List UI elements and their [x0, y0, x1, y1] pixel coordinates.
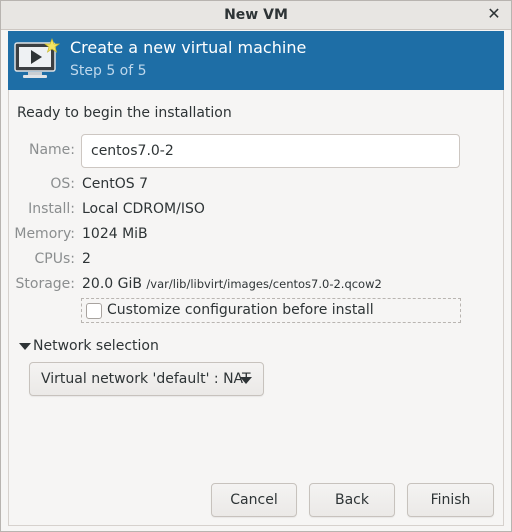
network-selection-label[interactable]: Network selection	[33, 338, 159, 354]
customize-label[interactable]: Customize configuration before install	[107, 302, 374, 318]
memory-value: 1024 MiB	[82, 226, 148, 242]
header-banner: Create a new virtual machine Step 5 of 5	[8, 31, 504, 90]
new-vm-window: New VM ✕ Create a new virtual machine St…	[0, 0, 512, 532]
network-select-value[interactable]: Virtual network 'default' : NAT	[41, 371, 251, 387]
install-label: Install:	[28, 201, 75, 217]
storage-value: 20.0 GiB /var/lib/libvirt/images/centos7…	[82, 276, 382, 292]
install-value: Local CDROM/ISO	[82, 201, 205, 217]
cpus-value: 2	[82, 251, 91, 267]
ready-text: Ready to begin the installation	[17, 105, 232, 121]
storage-size: 20.0 GiB	[82, 276, 142, 292]
finish-button[interactable]: Finish	[407, 483, 494, 517]
cpus-label: CPUs:	[34, 251, 75, 267]
expander-triangle-icon[interactable]	[19, 343, 31, 350]
window-title: New VM	[224, 7, 288, 23]
banner-heading: Create a new virtual machine	[70, 38, 307, 57]
os-label: OS:	[50, 176, 75, 192]
banner-step: Step 5 of 5	[70, 63, 147, 79]
back-button[interactable]: Back	[309, 483, 395, 517]
os-value: CentOS 7	[82, 176, 149, 192]
customize-checkbox[interactable]	[86, 303, 102, 319]
close-icon[interactable]: ✕	[485, 5, 503, 23]
storage-label: Storage:	[15, 276, 76, 292]
network-select[interactable]: Virtual network 'default' : NAT	[29, 362, 264, 396]
customize-checkbox-row[interactable]: Customize configuration before install	[81, 298, 461, 323]
chevron-down-icon[interactable]	[240, 377, 252, 384]
name-input[interactable]	[81, 134, 460, 168]
vm-monitor-icon	[14, 37, 61, 81]
storage-path: /var/lib/libvirt/images/centos7.0-2.qcow…	[146, 277, 382, 291]
titlebar: New VM ✕	[1, 1, 511, 30]
name-label: Name:	[28, 142, 75, 158]
memory-label: Memory:	[14, 226, 75, 242]
cancel-button[interactable]: Cancel	[211, 483, 297, 517]
